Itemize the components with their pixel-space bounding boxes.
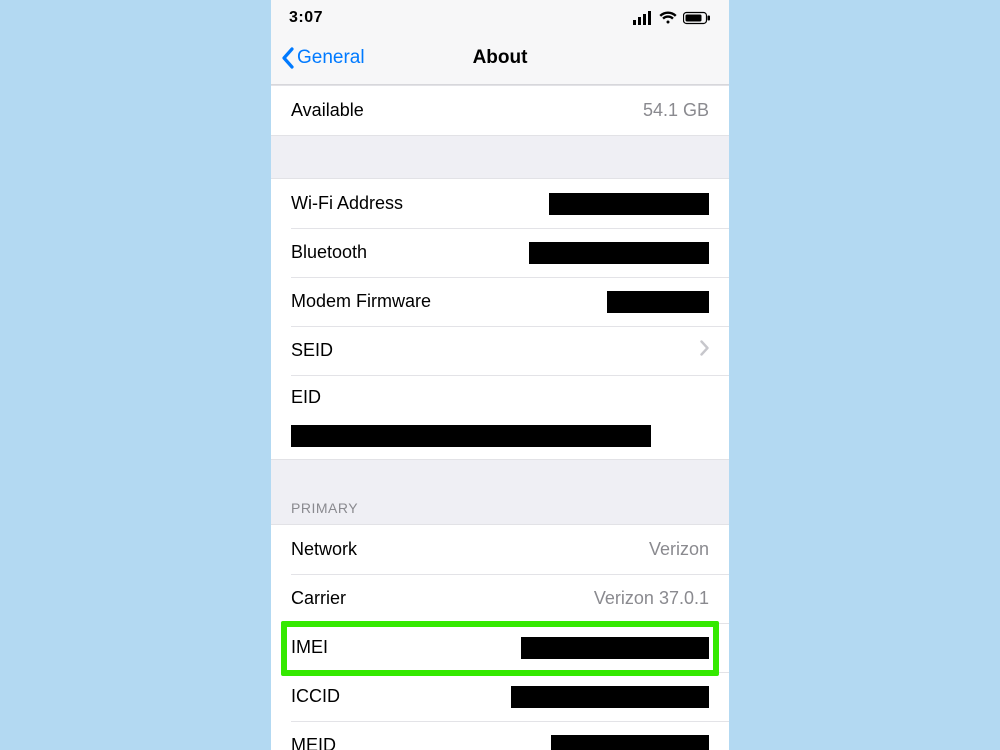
redacted-value — [511, 686, 709, 708]
chevron-left-icon — [281, 47, 295, 69]
row-network[interactable]: Network Verizon — [271, 525, 729, 574]
row-imei[interactable]: IMEI — [271, 623, 729, 672]
row-value: Verizon 37.0.1 — [594, 588, 709, 609]
row-seid[interactable]: SEID — [271, 326, 729, 375]
phone-screen: 3:07 — [271, 0, 729, 750]
row-available[interactable]: Available 54.1 GB — [271, 86, 729, 135]
row-value: Verizon — [649, 539, 709, 560]
back-button[interactable]: General — [281, 47, 365, 69]
group-storage: Available 54.1 GB — [271, 85, 729, 136]
redacted-value — [549, 193, 709, 215]
row-bluetooth[interactable]: Bluetooth — [271, 228, 729, 277]
back-label: General — [297, 47, 365, 69]
row-label: MEID — [291, 735, 336, 750]
wifi-icon — [659, 11, 677, 25]
row-label: Wi-Fi Address — [291, 193, 403, 214]
row-label: Carrier — [291, 588, 346, 609]
redacted-value — [291, 425, 651, 447]
row-label: ICCID — [291, 686, 340, 707]
row-carrier[interactable]: Carrier Verizon 37.0.1 — [271, 574, 729, 623]
group-identifiers: Wi-Fi Address Bluetooth Modem Firmware S… — [271, 178, 729, 460]
row-label: Bluetooth — [291, 242, 367, 263]
status-bar: 3:07 — [271, 0, 729, 32]
row-wifi-address[interactable]: Wi-Fi Address — [271, 179, 729, 228]
nav-bar: General About — [271, 32, 729, 85]
row-iccid[interactable]: ICCID — [271, 672, 729, 721]
row-label: EID — [291, 387, 321, 408]
row-label: SEID — [291, 340, 333, 361]
redacted-value — [551, 735, 709, 750]
redacted-value — [607, 291, 709, 313]
redacted-value — [521, 637, 709, 659]
row-value: 54.1 GB — [643, 100, 709, 121]
chevron-right-icon — [700, 340, 709, 361]
row-label: Network — [291, 539, 357, 560]
row-label: IMEI — [291, 637, 328, 658]
section-header-primary: PRIMARY — [271, 460, 729, 524]
row-eid[interactable]: EID — [271, 375, 729, 459]
row-modem-firmware[interactable]: Modem Firmware — [271, 277, 729, 326]
group-primary-sim: Network Verizon Carrier Verizon 37.0.1 I… — [271, 524, 729, 750]
stage: 3:07 — [0, 0, 1000, 750]
row-meid[interactable]: MEID — [271, 721, 729, 750]
status-time: 3:07 — [289, 9, 323, 27]
section-gap — [271, 136, 729, 178]
row-label: Available — [291, 100, 364, 121]
battery-icon — [683, 11, 711, 25]
row-label: Modem Firmware — [291, 291, 431, 312]
status-indicators — [633, 11, 711, 25]
cellular-signal-icon — [633, 11, 653, 25]
redacted-value — [529, 242, 709, 264]
